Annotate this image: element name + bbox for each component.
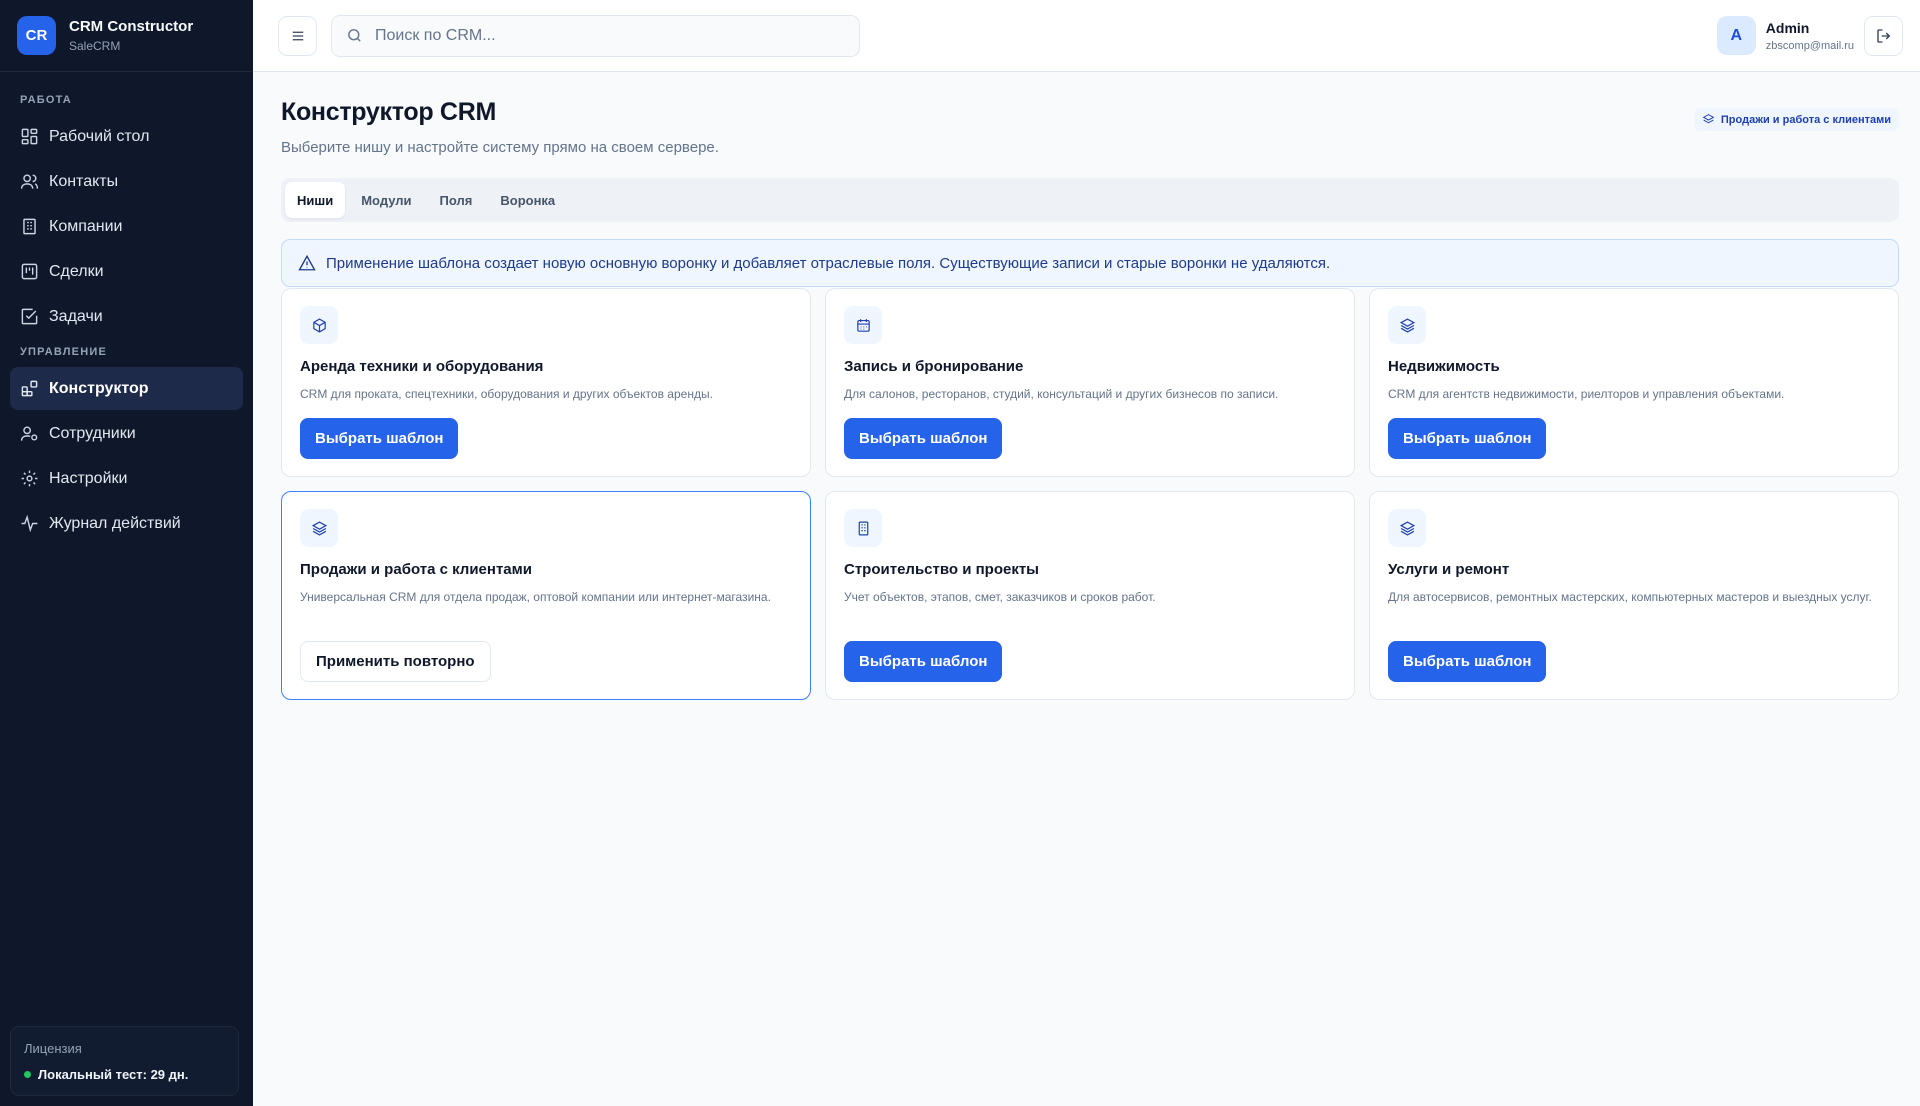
niche-card-construction: Строительство и проекты Учет объектов, э… [825,491,1355,700]
card-title: Аренда техники и оборудования [300,358,544,375]
sidebar-item-activity-log[interactable]: Журнал действий [10,502,243,545]
building-icon [858,521,868,535]
sidebar-item-label: Рабочий стол [49,127,150,145]
niche-card-booking: Запись и бронирование Для салонов, ресто… [825,288,1355,477]
search-input[interactable] [375,26,835,45]
tab-niches[interactable]: Ниши [285,182,346,218]
sidebar: CR CRM Constructor SaleCRM РАБОТА Рабочи… [0,0,253,1106]
sidebar-item-companies[interactable]: Компании [10,205,243,248]
status-dot-icon [24,1071,31,1078]
tab-modules[interactable]: Модули [349,182,423,218]
select-template-button[interactable]: Выбрать шаблон [1388,641,1547,682]
niche-card-services: Услуги и ремонт Для автосервисов, ремонт… [1369,491,1899,700]
card-title: Строительство и проекты [844,561,1039,578]
sidebar-item-tasks[interactable]: Задачи [10,295,243,338]
search-box[interactable] [331,14,860,57]
checkbox-icon [21,308,38,325]
warning-icon [298,254,316,271]
license-status-text: Локальный тест: 29 дн. [38,1067,189,1082]
card-title: Услуги и ремонт [1388,561,1510,578]
gear-icon [21,470,38,487]
license-label: Лицензия [24,1041,82,1056]
select-template-button[interactable]: Выбрать шаблон [300,418,459,459]
menu-icon [292,31,303,40]
logout-button[interactable] [1864,15,1903,56]
box-icon [312,317,326,333]
activity-icon [21,514,38,533]
card-description: CRM для проката, спецтехники, оборудован… [300,387,713,401]
search-icon [348,29,361,42]
user-cog-icon [20,426,38,441]
select-template-button[interactable]: Выбрать шаблон [844,641,1003,682]
sidebar-item-label: Журнал действий [49,514,181,532]
dashboard-icon [21,128,38,145]
card-description: CRM для агентств недвижимости, риелторов… [1388,387,1785,401]
card-title: Запись и бронирование [844,358,1024,375]
tabs: Ниши Модули Поля Воронка [281,178,1899,222]
tab-funnel[interactable]: Воронка [488,182,567,218]
sidebar-item-label: Задачи [49,307,103,325]
sidebar-item-employees[interactable]: Сотрудники [10,412,243,455]
sidebar-item-label: Контакты [49,172,119,190]
info-alert: Применение шаблона создает новую основну… [281,239,1899,287]
license-panel: Лицензия Локальный тест: 29 дн. [10,1026,239,1096]
brand-title: CRM Constructor [69,18,194,35]
sidebar-item-contacts[interactable]: Контакты [10,160,243,203]
avatar[interactable]: A [1716,16,1756,55]
sidebar-item-label: Конструктор [49,379,149,397]
brand-subtitle: SaleCRM [69,39,121,53]
card-title: Недвижимость [1388,358,1500,375]
layers-icon [1399,520,1415,536]
niche-grid: Аренда техники и оборудования CRM для пр… [281,288,1899,700]
layers-icon [311,520,327,536]
card-description: Для автосервисов, ремонтных мастерских, … [1388,590,1872,604]
logout-icon [1876,28,1890,43]
kanban-icon [21,263,38,280]
brand[interactable]: CR CRM Constructor SaleCRM [0,0,253,72]
users-icon [20,174,39,189]
select-template-button[interactable]: Выбрать шаблон [1388,418,1547,459]
page-title: Конструктор CRM [281,98,496,126]
sidebar-item-dashboard[interactable]: Рабочий стол [10,115,243,158]
tab-fields[interactable]: Поля [428,182,485,218]
topbar: A Admin zbscomp@mail.ru [253,0,1920,72]
sidebar-item-settings[interactable]: Настройки [10,457,243,500]
constructor-content: Конструктор CRM Выберите нишу и настройт… [253,72,1920,700]
card-description: Универсальная CRM для отдела продаж, опт… [300,590,771,604]
license-status: Локальный тест: 29 дн. [24,1067,225,1082]
sidebar-item-label: Настройки [49,469,128,487]
blocks-icon [21,380,38,397]
current-niche-label: Продажи и работа с клиентами [1720,113,1891,126]
current-niche-badge: Продажи и работа с клиентами [1693,108,1899,131]
sidebar-item-deals[interactable]: Сделки [10,250,243,293]
niche-card-realty: Недвижимость CRM для агентств недвижимос… [1369,288,1899,477]
user-email: zbscomp@mail.ru [1765,39,1854,52]
sidebar-item-label: Сотрудники [49,424,136,442]
calendar-icon [856,318,870,332]
sidebar-item-label: Компании [49,217,123,235]
brand-logo: CR [17,16,56,55]
card-description: Для салонов, ресторанов, студий, консуль… [844,387,1279,401]
alert-text: Применение шаблона создает новую основну… [326,254,1331,272]
user-name: Admin [1765,19,1810,36]
page-subtitle: Выберите нишу и настройте систему прямо … [281,139,719,156]
user-menu[interactable]: A Admin zbscomp@mail.ru [1716,15,1903,56]
select-template-button[interactable]: Выбрать шаблон [844,418,1003,459]
reapply-template-button[interactable]: Применить повторно [300,641,491,682]
card-title: Продажи и работа с клиентами [300,561,532,578]
menu-toggle-button[interactable] [278,15,317,56]
layers-icon [1702,114,1715,124]
section-label-manage: УПРАВЛЕНИЕ [20,346,107,358]
section-label-work: РАБОТА [20,94,72,106]
main-area: A Admin zbscomp@mail.ru Конструктор CRM … [253,0,1920,1106]
sidebar-item-label: Сделки [49,262,104,280]
layers-icon [1399,317,1415,333]
niche-card-rental: Аренда техники и оборудования CRM для пр… [281,288,811,477]
niche-card-sales: Продажи и работа с клиентами Универсальн… [281,491,811,700]
card-description: Учет объектов, этапов, смет, заказчиков … [844,590,1156,604]
building-icon [23,218,36,235]
sidebar-item-constructor[interactable]: Конструктор [10,367,243,410]
